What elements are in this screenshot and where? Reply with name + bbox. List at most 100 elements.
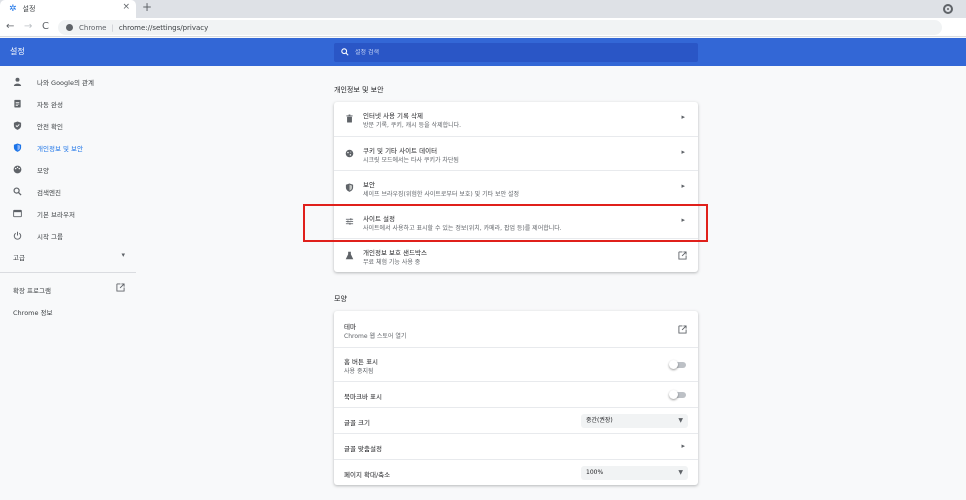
select-value: 100% <box>586 469 604 476</box>
row-title: 인터넷 사용 기록 삭제 <box>363 112 424 120</box>
sidebar-advanced[interactable]: 고급 ▾ <box>13 251 125 262</box>
clear-browsing-data-row[interactable]: 인터넷 사용 기록 삭제 방문 기록, 쿠키, 캐시 등을 삭제합니다. ▸ <box>334 102 698 136</box>
row-subtitle: 시크릿 모드에서는 타사 쿠키가 차단됨 <box>363 157 459 164</box>
page-zoom-select[interactable]: 100% ▼ <box>581 466 688 480</box>
sidebar-item-extensions[interactable]: 확장 프로그램 <box>13 283 125 295</box>
new-tab-button[interactable]: + <box>142 1 152 13</box>
trash-icon <box>344 113 354 123</box>
power-icon <box>13 231 22 240</box>
chevron-right-icon: ▸ <box>681 442 685 450</box>
external-link-icon[interactable] <box>678 325 687 336</box>
site-info-icon[interactable] <box>66 24 73 31</box>
sidebar-item-label: 나와 Google의 관계 <box>37 78 94 87</box>
security-row[interactable]: 보안 세이프 브라우징(위험한 사이트로부터 보호) 및 기타 보안 설정 ▸ <box>334 170 698 204</box>
cookie-icon <box>344 148 354 158</box>
sidebar-item-autofill[interactable]: 자동 완성 <box>0 93 136 114</box>
row-title: 북마크바 표시 <box>344 393 382 401</box>
chevron-down-icon: ▾ <box>121 251 125 259</box>
appearance-section-title: 모양 <box>334 295 347 303</box>
sidebar-advanced-label: 고급 <box>13 254 25 262</box>
palette-icon <box>13 165 22 174</box>
select-value: 중간(권장) <box>586 417 613 424</box>
customize-fonts-row[interactable]: 글꼴 맞춤설정 ▸ <box>334 433 698 459</box>
profile-icon[interactable] <box>943 4 953 14</box>
sidebar-item-label: 모양 <box>37 166 49 175</box>
address-url: chrome://settings/privacy <box>118 23 209 32</box>
sidebar-item-label: 확장 프로그램 <box>13 287 51 295</box>
person-icon <box>13 77 22 86</box>
sidebar-item-default-browser[interactable]: 기본 브라우저 <box>0 203 136 224</box>
chevron-right-icon: ▸ <box>681 148 685 156</box>
row-title: 페이지 확대/축소 <box>344 471 391 479</box>
row-title: 글꼴 크기 <box>344 419 370 427</box>
external-link-icon <box>116 283 125 294</box>
forward-button[interactable]: → <box>24 20 32 34</box>
sidebar-item-label: 안전 확인 <box>37 122 63 131</box>
privacy-card: 인터넷 사용 기록 삭제 방문 기록, 쿠키, 캐시 등을 삭제합니다. ▸ 쿠… <box>334 102 698 272</box>
row-title: 개인정보 보호 샌드박스 <box>363 249 427 257</box>
address-separator: | <box>111 23 114 32</box>
sidebar-item-safety-check[interactable]: 안전 확인 <box>0 115 136 136</box>
clipboard-icon <box>13 99 22 108</box>
row-title: 글꼴 맞춤설정 <box>344 445 382 453</box>
bookmarks-bar-row: 북마크바 표시 <box>334 381 698 407</box>
external-link-icon[interactable] <box>678 251 687 262</box>
chevron-right-icon: ▸ <box>681 113 685 121</box>
highlight-box <box>303 204 708 242</box>
shield-check-icon <box>13 121 22 130</box>
browser-window-icon <box>13 209 22 218</box>
appearance-card: 테마 Chrome 웹 스토어 열기 홈 버튼 표시 사용 중지됨 북마크바 표… <box>334 311 698 485</box>
close-tab-icon[interactable]: × <box>122 3 130 12</box>
tab-settings[interactable]: ✲ 설정 × <box>0 0 136 18</box>
privacy-section-title: 개인정보 및 보안 <box>334 86 384 94</box>
tab-title: 설정 <box>22 5 36 13</box>
font-size-select[interactable]: 중간(권장) ▼ <box>581 414 688 428</box>
sidebar-item-appearance[interactable]: 모양 <box>0 159 136 180</box>
sidebar-item-about-chrome[interactable]: Chrome 정보 <box>13 307 53 317</box>
sidebar-item-label: 검색엔진 <box>37 188 61 197</box>
sidebar-item-label: 기본 브라우저 <box>37 210 75 219</box>
search-icon <box>13 187 22 196</box>
address-bar[interactable]: Chrome | chrome://settings/privacy <box>58 20 942 35</box>
privacy-sandbox-row[interactable]: 개인정보 보호 샌드박스 무료 체험 기능 사용 중 <box>334 238 698 272</box>
sidebar-item-privacy[interactable]: 개인정보 및 보안 <box>0 137 136 158</box>
gear-icon: ✲ <box>9 3 17 14</box>
row-subtitle: 사용 중지됨 <box>344 368 374 375</box>
row-subtitle: 방문 기록, 쿠키, 캐시 등을 삭제합니다. <box>363 122 462 129</box>
home-button-toggle[interactable] <box>669 360 686 369</box>
sidebar-item-search-engine[interactable]: 검색엔진 <box>0 181 136 202</box>
page-zoom-row: 페이지 확대/축소 100% ▼ <box>334 459 698 485</box>
row-title: 보안 <box>363 181 375 189</box>
sidebar: 나와 Google의 관계 자동 완성 안전 확인 개인정보 및 보안 모양 검… <box>0 66 136 500</box>
row-subtitle: 무료 체험 기능 사용 중 <box>363 259 421 266</box>
bookmarks-bar-toggle[interactable] <box>669 390 686 399</box>
shield-icon <box>13 143 22 152</box>
sidebar-item-on-startup[interactable]: 시작 그룹 <box>0 225 136 246</box>
sidebar-item-label: 개인정보 및 보안 <box>37 144 83 153</box>
sidebar-divider <box>0 272 136 273</box>
shield-icon <box>344 182 354 192</box>
navigation-bar: ← → C Chrome | chrome://settings/privacy <box>0 18 966 37</box>
row-title: 테마 <box>344 323 356 331</box>
row-subtitle: Chrome 웹 스토어 열기 <box>344 333 407 340</box>
address-host: Chrome <box>79 23 107 32</box>
back-button[interactable]: ← <box>6 20 14 34</box>
settings-header: 설정 <box>0 38 966 66</box>
chevron-right-icon: ▸ <box>681 182 685 190</box>
row-title: 홈 버튼 표시 <box>344 358 379 366</box>
row-subtitle: 세이프 브라우징(위험한 사이트로부터 보호) 및 기타 보안 설정 <box>363 191 520 198</box>
settings-search-box[interactable] <box>334 43 698 62</box>
search-icon <box>341 47 349 58</box>
sidebar-item-you-and-google[interactable]: 나와 Google의 관계 <box>0 71 136 92</box>
search-input[interactable] <box>355 49 655 56</box>
row-title: 쿠키 및 기타 사이트 데이터 <box>363 147 438 155</box>
sidebar-item-label: 자동 완성 <box>37 100 63 109</box>
caret-down-icon: ▼ <box>678 417 683 424</box>
font-size-row: 글꼴 크기 중간(권장) ▼ <box>334 407 698 433</box>
cookies-row[interactable]: 쿠키 및 기타 사이트 데이터 시크릿 모드에서는 타사 쿠키가 차단됨 ▸ <box>334 136 698 170</box>
reload-button[interactable]: C <box>42 20 49 34</box>
page-title: 설정 <box>10 47 25 56</box>
sidebar-item-label: 시작 그룹 <box>37 232 63 241</box>
theme-row[interactable]: 테마 Chrome 웹 스토어 열기 <box>334 311 698 347</box>
tab-strip: ✲ 설정 × + <box>0 0 966 18</box>
